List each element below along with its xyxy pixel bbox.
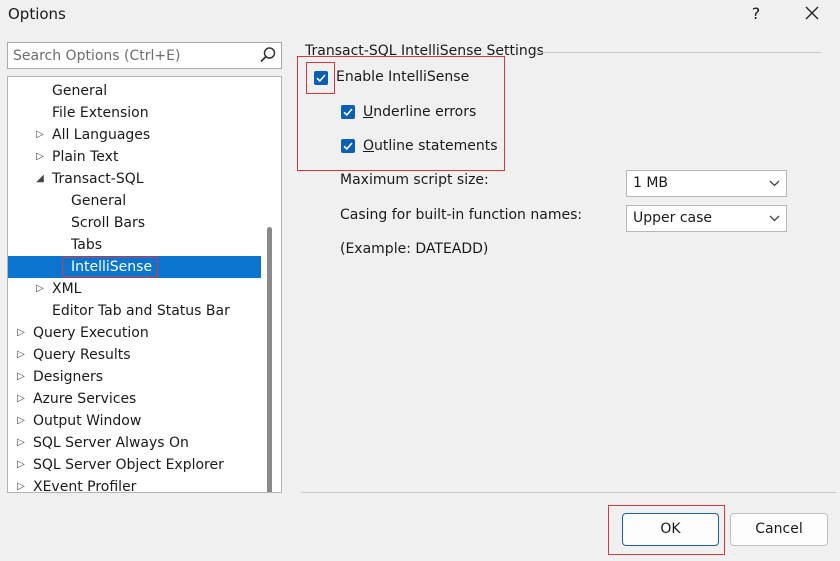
search-box (7, 42, 282, 69)
tree-item-label: XML (52, 281, 82, 297)
expand-arrow-icon[interactable]: ▷ (15, 410, 27, 432)
tree-item-label: SQL Server Always On (33, 435, 189, 451)
tree-item-label: All Languages (52, 127, 151, 143)
expand-arrow-icon[interactable]: ▷ (15, 476, 27, 492)
tree-item-label: Transact-SQL (52, 171, 144, 187)
label-text: nderline errors (373, 104, 477, 120)
tree-item-label: Plain Text (52, 149, 119, 165)
tree-item-label: Output Window (33, 413, 142, 429)
tree-item-label: File Extension (52, 105, 149, 121)
dropdown-value: Upper case (633, 210, 713, 226)
search-input[interactable] (8, 43, 258, 68)
tree-item-plain-text[interactable]: ▷ Plain Text (8, 146, 261, 168)
tree-item-xml[interactable]: ▷ XML (8, 278, 261, 300)
expand-arrow-icon[interactable]: ▷ (15, 388, 27, 410)
casing-label: Casing for built-in function names: (340, 207, 583, 223)
tree-item-transact-sql[interactable]: ◢ Transact-SQL (8, 168, 261, 190)
tree-item-sql-server-always-on[interactable]: ▷ SQL Server Always On (8, 432, 261, 454)
tree-item-label: Query Execution (33, 325, 149, 341)
tree-item-general[interactable]: General (8, 80, 261, 102)
casing-dropdown[interactable]: Upper case (626, 205, 787, 232)
collapse-arrow-icon[interactable]: ◢ (34, 168, 46, 190)
checkmark-icon (316, 74, 326, 83)
tree-item-label: Scroll Bars (71, 215, 146, 231)
tree-item-label: Tabs (71, 237, 102, 253)
tree-item-xevent-profiler[interactable]: ▷ XEvent Profiler (8, 476, 261, 493)
tree-item-label: General (52, 83, 108, 99)
outline-statements-checkbox[interactable] (341, 139, 355, 153)
tree-item-designers[interactable]: ▷ Designers (8, 366, 261, 388)
tree-item-label: Azure Services (33, 391, 137, 407)
close-icon (805, 6, 819, 20)
tree-item-label: Editor Tab and Status Bar (52, 303, 230, 319)
underline-errors-checkbox[interactable] (341, 105, 355, 119)
tree-item-query-results[interactable]: ▷ Query Results (8, 344, 261, 366)
casing-example: (Example: DATEADD) (340, 241, 489, 257)
outline-statements-label[interactable]: Outline statements (363, 138, 497, 154)
tree-item-label: XEvent Profiler (33, 479, 137, 493)
tree-item-output-window[interactable]: ▷ Output Window (8, 410, 261, 432)
options-tree[interactable]: General File Extension ▷ All Languages ▷… (7, 76, 282, 493)
tree-item-intellisense[interactable]: IntelliSense (8, 256, 261, 278)
mnemonic-letter: O (363, 138, 375, 154)
max-script-size-dropdown[interactable]: 1 MB (626, 170, 787, 197)
expand-arrow-icon[interactable]: ▷ (15, 432, 27, 454)
underline-errors-label[interactable]: Underline errors (363, 104, 476, 120)
label-text: utline statements (374, 138, 498, 154)
search-icon[interactable] (259, 46, 277, 64)
checkmark-icon (343, 108, 353, 117)
expand-arrow-icon[interactable]: ▷ (15, 322, 27, 344)
chevron-down-icon (769, 180, 780, 187)
max-script-size-label: Maximum script size: (340, 172, 489, 188)
expand-arrow-icon[interactable]: ▷ (34, 278, 46, 300)
close-button[interactable] (798, 2, 826, 26)
tree-item-sql-server-object-explorer[interactable]: ▷ SQL Server Object Explorer (8, 454, 261, 476)
expand-arrow-icon[interactable]: ▷ (15, 344, 27, 366)
enable-intellisense-checkbox[interactable] (314, 71, 328, 85)
footer-divider (301, 492, 836, 493)
expand-arrow-icon[interactable]: ▷ (15, 454, 27, 476)
tree-item-query-execution[interactable]: ▷ Query Execution (8, 322, 261, 344)
group-divider (538, 52, 821, 53)
chevron-down-icon (769, 215, 780, 222)
tree-item-azure-services[interactable]: ▷ Azure Services (8, 388, 261, 410)
ok-button[interactable]: OK (622, 513, 719, 546)
tree-item-tabs[interactable]: Tabs (8, 234, 261, 256)
enable-intellisense-label[interactable]: Enable IntelliSense (336, 69, 469, 85)
mnemonic-letter: U (363, 104, 374, 120)
help-button[interactable]: ? (744, 2, 768, 26)
window-title: Options (8, 5, 66, 23)
tree-item-label: SQL Server Object Explorer (33, 457, 224, 473)
tree-item-label: Query Results (33, 347, 131, 363)
expand-arrow-icon[interactable]: ▷ (15, 366, 27, 388)
tree-item-label: Designers (33, 369, 103, 385)
checkmark-icon (343, 142, 353, 151)
expand-arrow-icon[interactable]: ▷ (34, 124, 46, 146)
expand-arrow-icon[interactable]: ▷ (34, 146, 46, 168)
tree-item-tsql-general[interactable]: General (8, 190, 261, 212)
title-bar: Options ? (0, 0, 840, 30)
cancel-button[interactable]: Cancel (730, 513, 828, 546)
tree-scrollbar-thumb[interactable] (267, 227, 272, 492)
tree-item-scroll-bars[interactable]: Scroll Bars (8, 212, 261, 234)
tree-item-file-extension[interactable]: File Extension (8, 102, 261, 124)
tree-item-all-languages[interactable]: ▷ All Languages (8, 124, 261, 146)
dropdown-value: 1 MB (633, 175, 669, 191)
tree-item-label: General (71, 193, 127, 209)
selection-highlight-box (62, 257, 158, 277)
tree-item-editor-tab-status-bar[interactable]: Editor Tab and Status Bar (8, 300, 261, 322)
